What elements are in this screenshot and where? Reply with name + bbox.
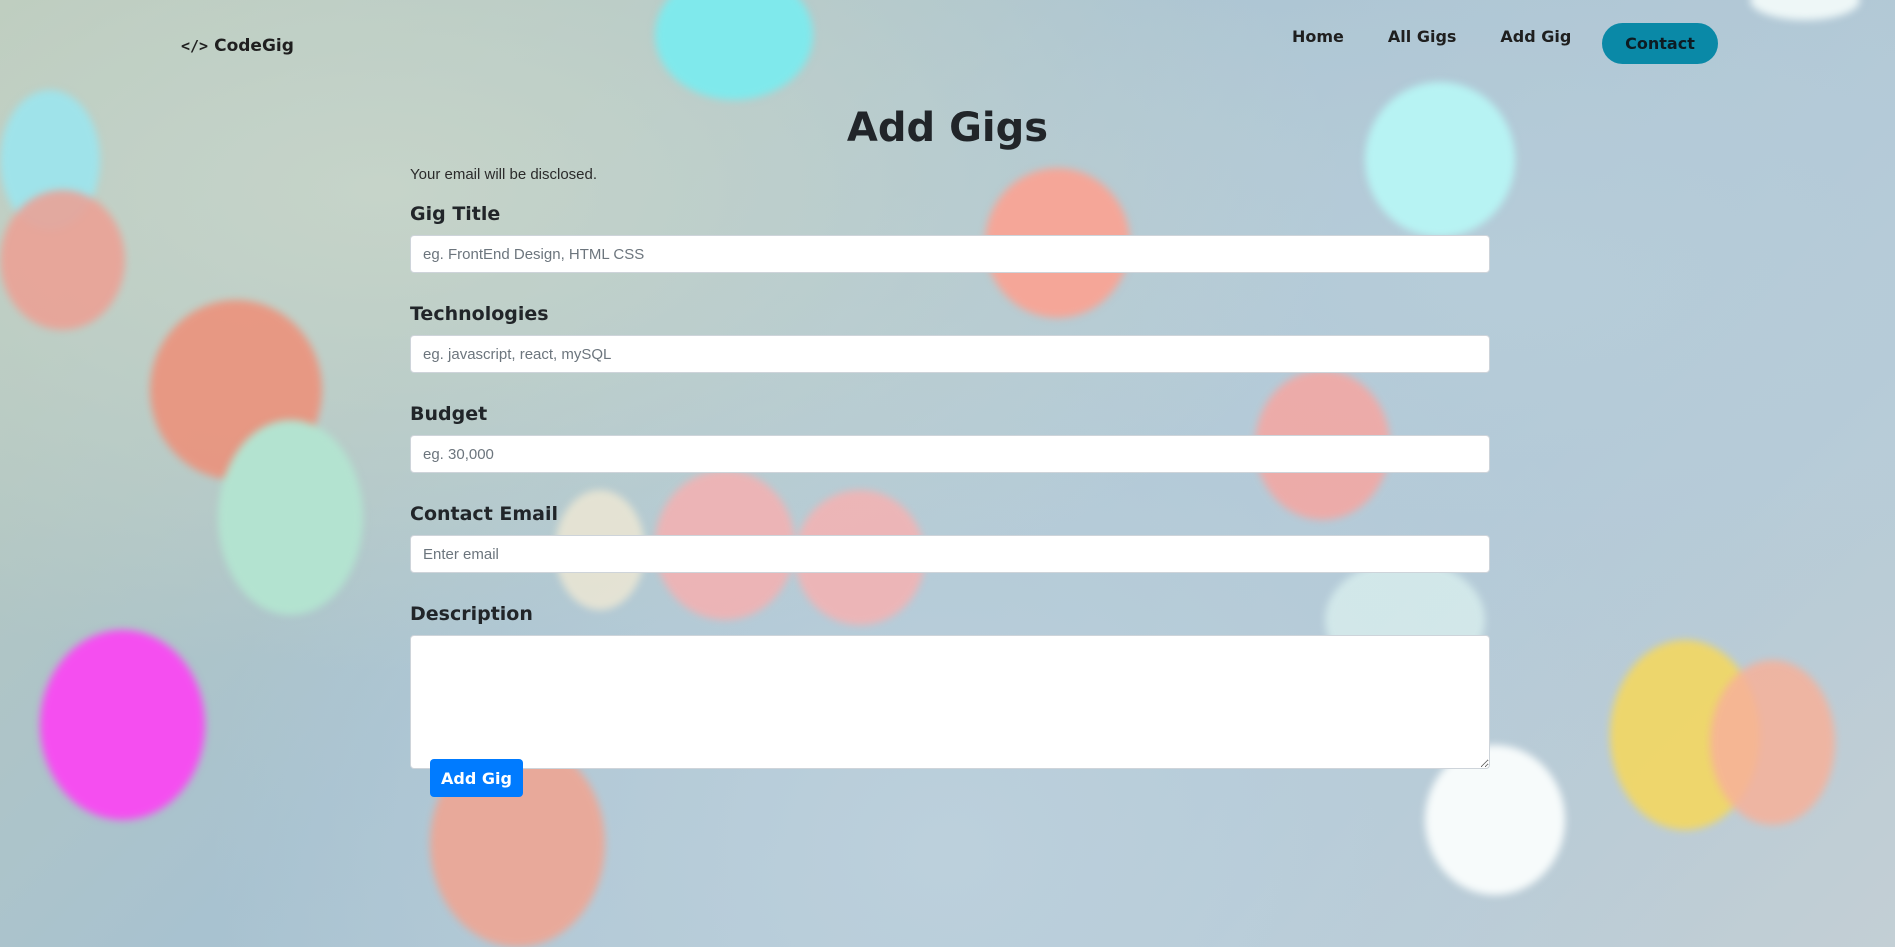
add-gig-button[interactable]: Add Gig [430,759,523,797]
gig-title-label: Gig Title [410,203,501,225]
contact-email-label: Contact Email [410,503,559,525]
nav-link-all-gigs[interactable]: All Gigs [1388,22,1457,52]
email-disclosure-note: Your email will be disclosed. [410,166,598,183]
technologies-label: Technologies [410,303,549,325]
brand-logo[interactable]: </> CodeGig [181,36,294,56]
description-textarea[interactable] [410,635,1490,769]
nav-links: Home All Gigs Add Gig [1292,22,1615,52]
budget-input[interactable] [410,435,1490,473]
navbar: </> CodeGig Home All Gigs Add Gig Contac… [0,0,1895,90]
contact-button[interactable]: Contact [1602,23,1718,64]
contact-email-input[interactable] [410,535,1490,573]
code-icon: </> [181,37,209,55]
technologies-input[interactable] [410,335,1490,373]
gig-title-input[interactable] [410,235,1490,273]
nav-link-add-gig[interactable]: Add Gig [1500,22,1571,52]
nav-link-home[interactable]: Home [1292,22,1344,52]
description-label: Description [410,603,533,625]
add-gig-form: Your email will be disclosed. Gig Title … [410,164,1490,769]
brand-name: CodeGig [214,36,294,56]
page-title: Add Gigs [846,105,1049,151]
budget-label: Budget [410,403,488,425]
